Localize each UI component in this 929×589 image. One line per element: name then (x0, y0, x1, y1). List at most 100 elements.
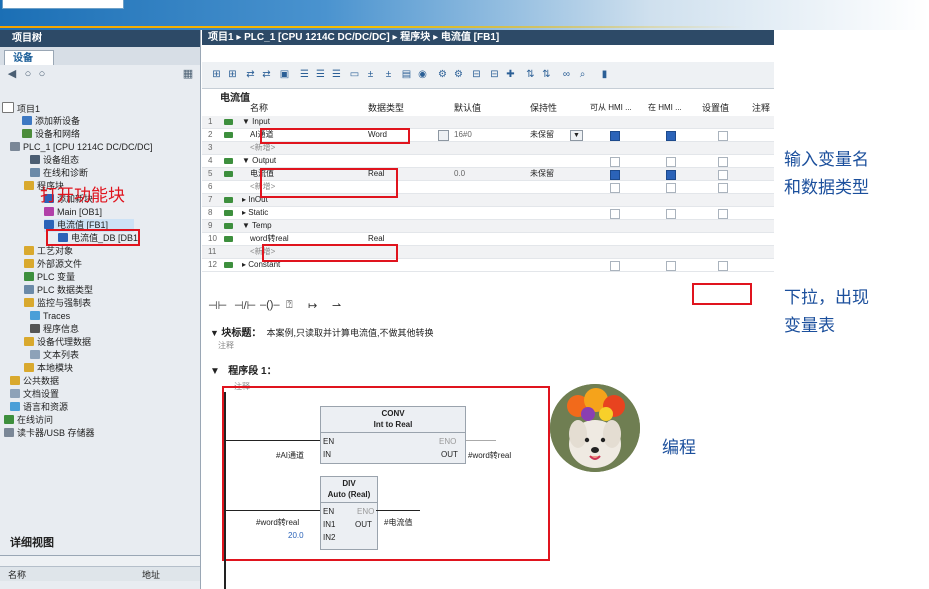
tree-item-local-modules[interactable]: 本地模块 (24, 362, 73, 375)
chart-icon[interactable]: ▮ (598, 68, 611, 81)
hmi-visible-checkbox[interactable] (666, 157, 676, 167)
div-en-pin: EN (323, 507, 335, 516)
open-branch-icon[interactable]: ↦ (308, 299, 317, 312)
conv-out-arg[interactable]: #word转real (468, 450, 511, 461)
setpoint-checkbox[interactable] (718, 157, 728, 167)
tree-item-online-diag[interactable]: 在线和诊断 (30, 167, 88, 180)
datatype-icon (24, 285, 34, 294)
hmi-access-checkbox[interactable] (610, 157, 620, 167)
div-block[interactable]: DIV Auto (Real) EN ENO IN1 OUT IN2 (320, 476, 378, 550)
tree-item-project[interactable]: 项目1 (2, 102, 40, 115)
tree-item-traces[interactable]: Traces (30, 310, 70, 323)
tree-item-tech-objects[interactable]: 工艺对象 (24, 245, 73, 258)
table-row[interactable]: 8 ▸ Static (202, 207, 774, 220)
row-default[interactable]: 16#0 (454, 129, 472, 141)
hmi-access-checkbox[interactable] (610, 170, 620, 180)
block-comment[interactable]: 注释 (218, 340, 234, 351)
empty-box-icon[interactable]: ⍰ (286, 299, 293, 312)
no-contact-icon[interactable]: ⊣⊢ (208, 299, 227, 312)
tree-item-languages[interactable]: 语言和资源 (10, 401, 68, 414)
block-title-text[interactable]: 本案例,只读取并计算电流值,不做其他转换 (266, 328, 433, 338)
search-icon[interactable]: ⌕ (576, 68, 589, 81)
setpoint-checkbox[interactable] (718, 131, 728, 141)
rung-icon[interactable]: ⊟ (470, 68, 483, 81)
back-icon[interactable]: ◀ (6, 68, 18, 80)
type-dropdown-icon[interactable] (438, 130, 449, 141)
tree-item-plc[interactable]: PLC_1 [CPU 1214C DC/DC/DC] (10, 141, 153, 154)
network-icon[interactable]: ▣ (278, 68, 291, 81)
hmi-visible-checkbox[interactable] (666, 261, 676, 271)
conv-eno-pin: ENO (439, 437, 457, 446)
comment-icon[interactable]: ▭ (348, 68, 361, 81)
star-icon[interactable]: ✚ (504, 68, 517, 81)
expand-icon[interactable]: ± (364, 68, 377, 81)
forward-icon[interactable]: ○ (36, 68, 48, 80)
tree-item-common-data[interactable]: 公共数据 (10, 375, 59, 388)
row-number: 10 (208, 234, 217, 243)
tree-item-add-device[interactable]: 添加新设备 (22, 115, 80, 128)
div-out-arg[interactable]: #电流值 (384, 517, 412, 528)
tree-item-device-proxy[interactable]: 设备代理数据 (24, 336, 91, 349)
div-in1-arg[interactable]: #word转real (256, 517, 299, 528)
tree-item-device-config[interactable]: 设备组态 (30, 154, 79, 167)
collapse-icon[interactable]: ± (382, 68, 395, 81)
col-name: 名称 (250, 103, 269, 113)
setpoint-checkbox[interactable] (718, 170, 728, 180)
conv-block[interactable]: CONV Int to Real EN ENO IN OUT (320, 406, 466, 464)
div-in2-arg[interactable]: 20.0 (288, 531, 304, 540)
setpoint-checkbox[interactable] (718, 183, 728, 193)
list1-icon[interactable]: ☰ (298, 68, 311, 81)
setpoint-checkbox[interactable] (718, 261, 728, 271)
compare2-icon[interactable]: ⇄ (260, 68, 273, 81)
tree-settings-icon[interactable]: ▦ (182, 68, 194, 80)
table-row[interactable]: 9 ▼ Temp (202, 220, 774, 233)
close-branch-icon[interactable]: ⇀ (332, 299, 341, 312)
tab-device[interactable]: 设备 (4, 50, 54, 65)
insert-row-icon[interactable]: ⊞ (210, 68, 223, 81)
goto2-icon[interactable]: ⚙ (452, 68, 465, 81)
refresh-icon[interactable]: ○ (22, 68, 34, 80)
monitor-icon[interactable]: ◉ (416, 68, 429, 81)
tree-item-external-source[interactable]: 外部源文件 (24, 258, 82, 271)
goto-icon[interactable]: ⚙ (436, 68, 449, 81)
link-icon[interactable]: ∞ (560, 68, 573, 81)
hmi-access-checkbox[interactable] (610, 261, 620, 271)
add-row-icon[interactable]: ⊞ (226, 68, 239, 81)
retain-dropdown-icon[interactable]: ▼ (570, 130, 583, 141)
tree-item-online-access[interactable]: 在线访问 (4, 414, 53, 427)
hmi-access-checkbox[interactable] (610, 209, 620, 219)
tree-item-label: 公共数据 (23, 376, 60, 386)
hmi-visible-checkbox[interactable] (666, 209, 676, 219)
hmi-visible-checkbox[interactable] (666, 183, 676, 193)
sort2-icon[interactable]: ⇅ (540, 68, 553, 81)
conv-in-arg[interactable]: #AI通道 (276, 450, 304, 461)
tree-item-plc-tags[interactable]: PLC 变量 (24, 271, 75, 284)
setpoint-checkbox[interactable] (718, 209, 728, 219)
ladder-toolbar: ⊣⊢ ⊣/⊢ –()– ⍰ ↦ ⇀ (202, 295, 774, 319)
hmi-visible-checkbox[interactable] (666, 131, 676, 141)
coil-icon[interactable]: –()– (260, 299, 280, 311)
hmi-visible-checkbox[interactable] (666, 170, 676, 180)
sort1-icon[interactable]: ⇅ (524, 68, 537, 81)
row-retain[interactable]: 未保留 (530, 129, 554, 141)
tree-item-card-reader[interactable]: 读卡器/USB 存储器 (4, 427, 95, 440)
row-default[interactable]: 0.0 (454, 168, 465, 180)
section-icon (224, 158, 233, 164)
compare-icon[interactable]: ⇄ (244, 68, 257, 81)
tree-item-plc-datatypes[interactable]: PLC 数据类型 (24, 284, 93, 297)
rung2-icon[interactable]: ⊟ (488, 68, 501, 81)
hmi-access-checkbox[interactable] (610, 183, 620, 193)
tree-item-doc-settings[interactable]: 文档设置 (10, 388, 59, 401)
tree-item-text-lists[interactable]: 文本列表 (30, 349, 79, 362)
tree-item-program-info[interactable]: 程序信息 (30, 323, 79, 336)
row-retain[interactable]: 未保留 (530, 168, 554, 180)
tree-item-devices-networks[interactable]: 设备和网络 (22, 128, 80, 141)
table-row[interactable]: 4 ▼ Output (202, 155, 774, 168)
nc-contact-icon[interactable]: ⊣/⊢ (234, 299, 256, 312)
tree-item-watch-force[interactable]: 监控与强制表 (24, 297, 91, 310)
list3-icon[interactable]: ☰ (330, 68, 343, 81)
hmi-access-checkbox[interactable] (610, 131, 620, 141)
list2-icon[interactable]: ☰ (314, 68, 327, 81)
detail-view-header: 名称 地址 (0, 566, 200, 581)
block-icon[interactable]: ▤ (400, 68, 413, 81)
